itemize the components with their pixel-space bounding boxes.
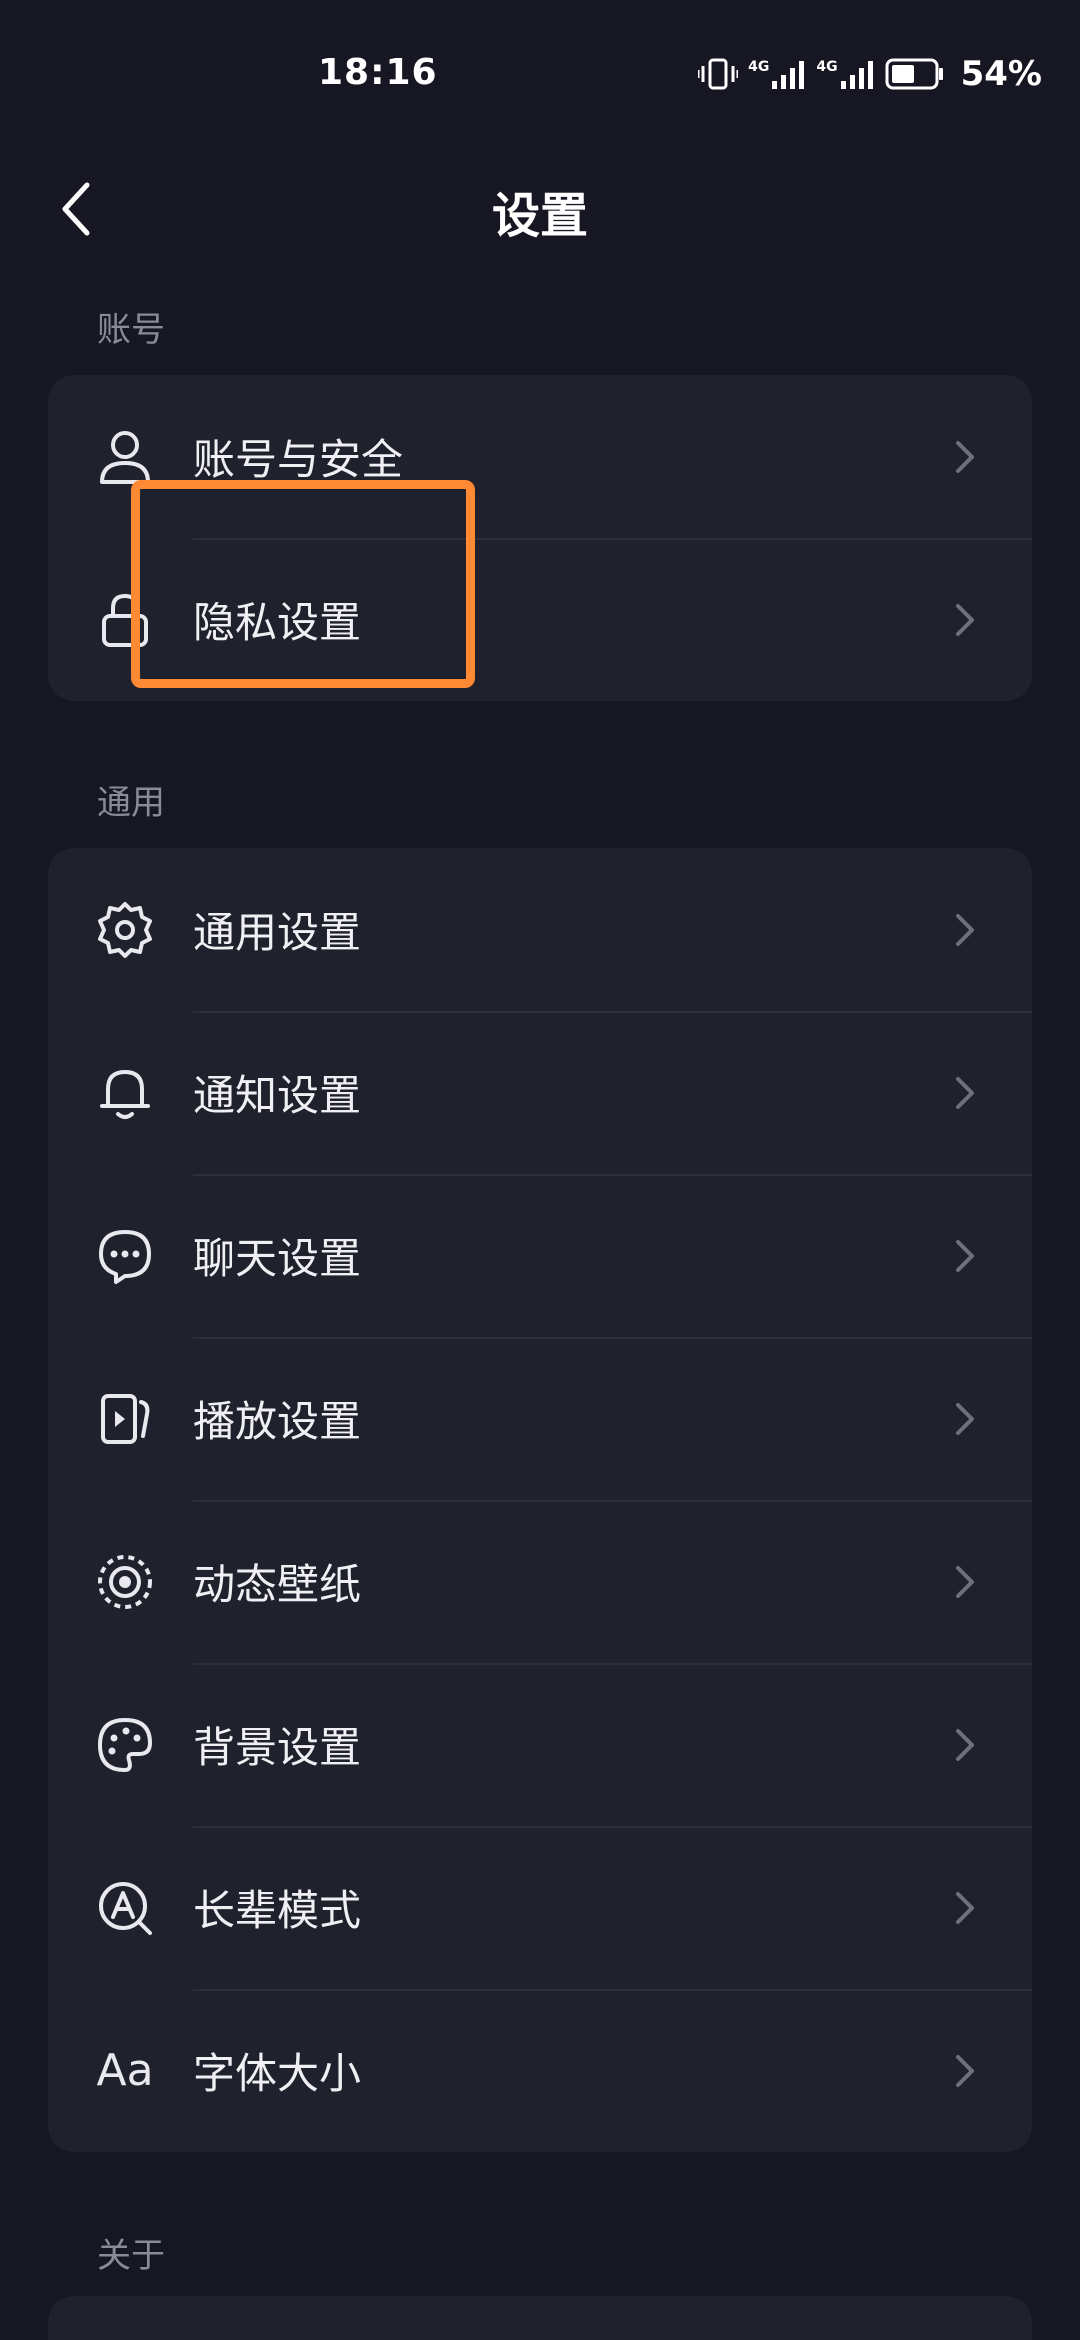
- page-title: 设置: [491, 188, 588, 244]
- row-label-notification: 通知设置: [193, 1071, 362, 1120]
- chevron-right-icon: [950, 910, 980, 950]
- vibrate-icon: [698, 57, 739, 91]
- battery-percent: 54%: [960, 54, 1042, 94]
- divider: [193, 538, 1032, 540]
- chat-bubble-icon: [96, 1227, 154, 1285]
- signal-icon-1: 4G: [748, 59, 806, 89]
- chevron-right-icon: [950, 1888, 980, 1928]
- play-icon: [96, 1390, 154, 1448]
- settings-row-chat[interactable]: 聊天设置: [48, 1174, 1032, 1337]
- settings-row-notification[interactable]: 通知设置: [48, 1011, 1032, 1174]
- signal-icon-2: 4G: [816, 59, 874, 89]
- network-type-1: 4G: [748, 59, 770, 75]
- settings-row-font-size[interactable]: Aa 字体大小: [48, 1989, 1032, 2152]
- chevron-right-icon: [950, 1725, 980, 1765]
- section-label-account: 账号: [97, 310, 165, 350]
- settings-row-background[interactable]: 背景设置: [48, 1663, 1032, 1826]
- divider: [193, 1174, 1032, 1176]
- dynamic-wallpaper-icon: [96, 1553, 154, 1611]
- row-label-chat: 聊天设置: [193, 1234, 362, 1283]
- settings-screen: 18:16 4G 4G 54% 设置 账号 账号与安全 隐私设置 通用 通用设置…: [0, 0, 1080, 2340]
- status-time: 18:16: [318, 52, 438, 93]
- network-type-2: 4G: [816, 59, 838, 75]
- section-label-about: 关于: [97, 2236, 165, 2276]
- font-size-icon-text: Aa: [96, 2045, 154, 2096]
- row-label-font-size: 字体大小: [193, 2049, 362, 2098]
- settings-row-elder-mode[interactable]: 长辈模式: [48, 1826, 1032, 1989]
- row-label-background: 背景设置: [193, 1723, 362, 1772]
- chevron-right-icon: [950, 1399, 980, 1439]
- chevron-right-icon: [950, 600, 980, 640]
- row-label-account-security: 账号与安全: [193, 435, 404, 484]
- settings-row-account-security[interactable]: 账号与安全: [48, 375, 1032, 538]
- divider: [193, 1989, 1032, 1991]
- status-icons: 4G 4G 54%: [698, 54, 1042, 94]
- account-card: 账号与安全 隐私设置: [48, 375, 1032, 701]
- battery-icon: [885, 58, 945, 90]
- bell-icon: [96, 1064, 154, 1122]
- divider: [193, 1663, 1032, 1665]
- chevron-right-icon: [950, 437, 980, 477]
- settings-row-privacy[interactable]: 隐私设置: [48, 538, 1032, 701]
- about-card: [48, 2296, 1032, 2340]
- elder-mode-icon: [96, 1879, 154, 1937]
- divider: [193, 1337, 1032, 1339]
- chevron-right-icon: [950, 1236, 980, 1276]
- font-size-icon: Aa: [96, 2042, 154, 2100]
- divider: [193, 1500, 1032, 1502]
- settings-row-general[interactable]: 通用设置: [48, 848, 1032, 1011]
- gear-icon: [96, 901, 154, 959]
- lock-icon: [96, 591, 154, 649]
- user-icon: [96, 428, 154, 486]
- divider: [193, 1011, 1032, 1013]
- chevron-right-icon: [950, 1562, 980, 1602]
- settings-row-playback[interactable]: 播放设置: [48, 1337, 1032, 1500]
- chevron-right-icon: [950, 1073, 980, 1113]
- row-label-privacy: 隐私设置: [193, 598, 362, 647]
- row-label-elder-mode: 长辈模式: [193, 1886, 362, 1935]
- settings-row-dynamic-wallpaper[interactable]: 动态壁纸: [48, 1500, 1032, 1663]
- row-label-playback: 播放设置: [193, 1397, 362, 1446]
- status-bar: 18:16 4G 4G 54%: [0, 0, 1080, 150]
- header: 设置: [0, 150, 1080, 270]
- chevron-right-icon: [950, 2051, 980, 2091]
- divider: [193, 1826, 1032, 1828]
- row-label-dynamic-wallpaper: 动态壁纸: [193, 1560, 362, 1609]
- general-card: 通用设置 通知设置 聊天设置 播放设置 动态壁纸 背景设置 长辈模式 Aa 字体…: [48, 848, 1032, 2152]
- palette-icon: [96, 1716, 154, 1774]
- section-label-general: 通用: [97, 783, 165, 823]
- row-label-general: 通用设置: [193, 908, 362, 957]
